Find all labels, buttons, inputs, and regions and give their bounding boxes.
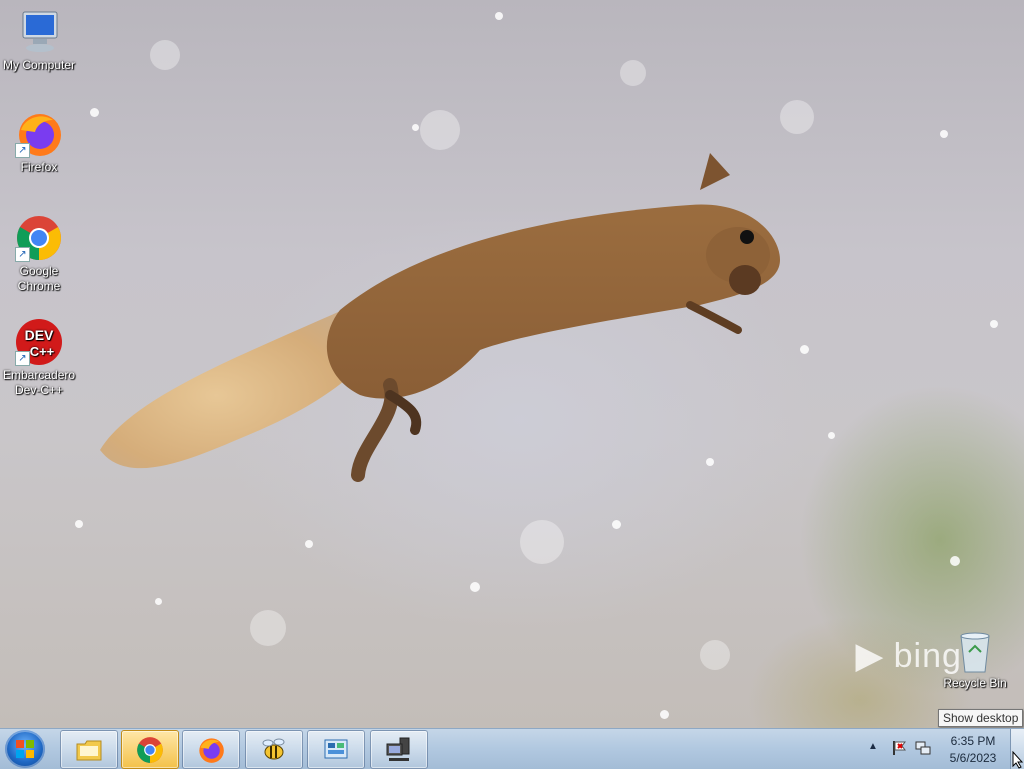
bokeh [780,100,814,134]
firefox-icon: ↗ [15,110,63,158]
computer-icon [15,8,63,56]
bokeh [520,520,564,564]
desktop-icon-firefox[interactable]: ↗ Firefox [0,110,78,175]
taskbar-button-file-explorer[interactable] [60,730,118,769]
desktop-icon-my-computer[interactable]: My Computer [0,8,78,73]
bee-icon [262,738,285,760]
snowflake [495,12,503,20]
bokeh [420,110,460,150]
dev-cpp-icon: DEV C++ ↗ [15,318,63,366]
snowflake [412,124,419,131]
desktop-icon-label: Recycle Bin [943,676,1007,690]
taskbar: ▲ 6:35 PM 5/6/2023 [0,728,1024,769]
action-center-flag-icon[interactable] [890,739,908,757]
snowflake [990,320,998,328]
folder-icon [76,740,102,761]
taskbar-button-chrome[interactable] [121,730,179,769]
snowflake [155,598,162,605]
mouse-cursor-icon [1012,751,1024,769]
squirrel-wallpaper-image [100,153,780,482]
desktop-icon-label: Firefox [20,160,58,174]
desktop-icon-label: Embarcadero Dev-C++ [3,368,76,397]
shortcut-arrow-icon: ↗ [15,143,30,158]
desktop-icon-google-chrome[interactable]: ↗ Google Chrome [0,214,78,294]
desktop-icon-label: My Computer [2,58,76,72]
snowflake [940,130,948,138]
chrome-icon: ↗ [15,214,63,262]
taskbar-button-network[interactable] [370,730,428,769]
taskbar-button-control-panel[interactable] [307,730,365,769]
bokeh [700,640,730,670]
bing-wordmark: bing [893,637,962,675]
bokeh [250,610,286,646]
clock-time[interactable]: 6:35 PM [940,734,1006,748]
snowflake [90,108,99,117]
desktop-icon-label: Google Chrome [17,264,61,293]
network-computer-icon [386,737,410,761]
windows-orb-icon [16,740,34,758]
shortcut-arrow-icon: ↗ [15,351,30,366]
start-button[interactable] [5,730,45,768]
bokeh [150,40,180,70]
snowflake [612,520,621,529]
bing-logo: ▶ bing [856,636,962,676]
tray-overflow-chevron[interactable]: ▲ [868,741,878,752]
snowflake [660,710,669,719]
bing-b-icon: ▶ [856,637,884,675]
svg-text:C++: C++ [30,344,55,359]
snowflake [950,556,960,566]
network-icon[interactable] [914,739,932,757]
taskbar-button-bee-app[interactable] [245,730,303,769]
chrome-icon [137,737,163,763]
desktop[interactable]: My Computer ↗ Firefox ↗ Google Chrome DE… [0,0,1024,728]
snowflake [828,432,835,439]
control-panel-icon [324,739,348,759]
snowflake [800,345,809,354]
firefox-icon [199,738,224,763]
snowflake [75,520,83,528]
svg-text:DEV: DEV [25,327,54,343]
taskbar-button-firefox[interactable] [182,730,240,769]
clock-date[interactable]: 5/6/2023 [940,751,1006,765]
snowflake [305,540,313,548]
show-desktop-tooltip: Show desktop [938,709,1024,727]
shortcut-arrow-icon: ↗ [15,247,30,262]
desktop-icon-dev-cpp[interactable]: DEV C++ ↗ Embarcadero Dev-C++ [0,318,78,398]
snowflake [470,582,480,592]
bokeh [620,60,646,86]
